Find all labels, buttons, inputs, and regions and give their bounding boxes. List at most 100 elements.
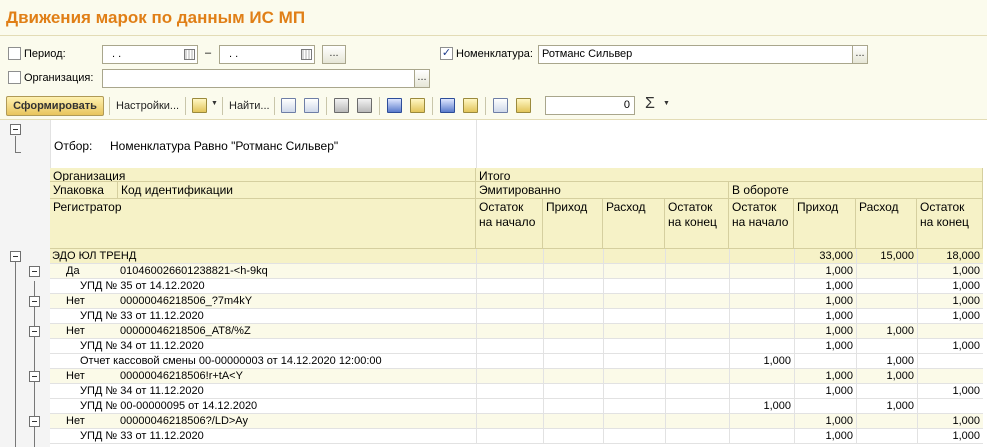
paste-structure-icon[interactable] (463, 98, 478, 113)
find-button[interactable]: Найти... (229, 96, 270, 116)
mark-row[interactable]: Нет 00000046218506_AT8/%Z 1,000 1,000 (50, 324, 983, 339)
value-cell: 15,000 (880, 250, 914, 262)
organization-checkbox[interactable] (8, 71, 21, 84)
registrar-name: УПД № 00-00000095 от 14.12.2020 (80, 400, 258, 412)
collapse-icon[interactable] (10, 251, 21, 262)
tree-line (15, 152, 21, 153)
copy-icon[interactable] (493, 98, 508, 113)
registrar-row[interactable]: УПД № 34 от 11.12.2020 1,000 1,000 (50, 384, 983, 399)
grid-line (665, 279, 666, 294)
save-icon[interactable] (387, 98, 402, 113)
group-row[interactable]: ЭДО ЮЛ ТРЕНД 33,000 15,000 18,000 (50, 249, 983, 264)
value-cell: 1,000 (952, 430, 980, 442)
value-cell: 1,000 (825, 325, 853, 337)
collapse-icon[interactable] (29, 296, 40, 307)
collapse-icon[interactable] (29, 326, 40, 337)
identification-code: 00000046218506_?7m4kY (120, 295, 253, 307)
header-col: Расход (856, 199, 917, 249)
collapse-icon[interactable] (29, 371, 40, 382)
nomenclature-checkbox[interactable]: ✓ (440, 47, 453, 60)
toolbar: Сформировать Настройки... ▼ Найти... 0 Σ… (0, 92, 987, 120)
period-to-field[interactable]: . . (219, 45, 315, 64)
grid-line (543, 429, 544, 444)
generate-button[interactable]: Сформировать (6, 96, 104, 116)
sum-field[interactable]: 0 (545, 96, 635, 115)
grid-line (917, 369, 918, 384)
chevron-down-icon[interactable]: ▼ (211, 100, 218, 107)
packaging-value: Нет (66, 415, 85, 427)
print-preview-icon[interactable] (357, 98, 372, 113)
calendar-icon[interactable] (301, 49, 312, 60)
nomenclature-select-button[interactable]: ... (852, 45, 868, 64)
grid-line (603, 324, 604, 339)
grid-line (665, 309, 666, 324)
paste-icon[interactable] (516, 98, 531, 113)
toolbar-separator (485, 97, 486, 115)
registrar-name: УПД № 35 от 14.12.2020 (80, 280, 205, 292)
grid-line (856, 309, 857, 324)
period-to-value: . . (229, 48, 239, 60)
organization-field[interactable] (102, 69, 418, 88)
mail-icon[interactable] (410, 98, 425, 113)
mark-row[interactable]: Нет 00000046218506?/LD>Ay 1,000 1,000 (50, 414, 983, 429)
mark-row[interactable]: Да 010460026601238821-<h-9kq 1,000 1,000 (50, 264, 983, 279)
print-icon[interactable] (334, 98, 349, 113)
report-grid: Отбор: Номенклатура Равно "Ротманс Сильв… (0, 120, 987, 447)
period-checkbox[interactable] (8, 47, 21, 60)
period-label: Период: (24, 48, 66, 60)
copy-structure-icon[interactable] (440, 98, 455, 113)
grid-line (729, 309, 730, 324)
grid-line (665, 264, 666, 279)
grid-line (856, 339, 857, 354)
header-col: Остаток на начало (476, 199, 543, 249)
header-in-circulation: В обороте (729, 182, 983, 199)
chevron-down-icon[interactable]: ▼ (663, 100, 670, 107)
registrar-row[interactable]: УПД № 33 от 11.12.2020 1,000 1,000 (50, 309, 983, 324)
tree-line (15, 260, 16, 447)
registrar-row[interactable]: УПД № 35 от 14.12.2020 1,000 1,000 (50, 279, 983, 294)
mark-row[interactable]: Нет 00000046218506!r+tA<Y 1,000 1,000 (50, 369, 983, 384)
value-cell: 1,000 (825, 310, 853, 322)
value-cell: 1,000 (763, 355, 791, 367)
header-registrar: Регистратор (50, 199, 476, 249)
sum-icon[interactable]: Σ (645, 95, 655, 113)
variants-icon[interactable] (192, 98, 207, 113)
collapse-icon[interactable] (29, 266, 40, 277)
expand-groups-icon[interactable] (281, 98, 296, 113)
mark-row[interactable]: Нет 00000046218506_?7m4kY 1,000 1,000 (50, 294, 983, 309)
organization-select-button[interactable]: ... (414, 69, 430, 88)
registrar-row[interactable]: УПД № 34 от 11.12.2020 1,000 1,000 (50, 339, 983, 354)
registrar-name: УПД № 33 от 11.12.2020 (80, 430, 204, 442)
grid-line (603, 264, 604, 279)
grid-line (729, 264, 730, 279)
tree-line (15, 136, 16, 152)
toolbar-separator (109, 97, 110, 115)
grid-line (665, 399, 666, 414)
collapse-icon[interactable] (29, 416, 40, 427)
registrar-row[interactable]: УПД № 00-00000095 от 14.12.2020 1,000 1,00… (50, 399, 983, 414)
grid-line (543, 249, 544, 264)
period-from-field[interactable]: . . (102, 45, 198, 64)
nomenclature-field[interactable]: Ротманс Сильвер (538, 45, 854, 64)
grid-line (543, 294, 544, 309)
registrar-name: УПД № 33 от 11.12.2020 (80, 310, 204, 322)
calendar-icon[interactable] (184, 49, 195, 60)
settings-button[interactable]: Настройки... (116, 96, 179, 116)
grid-line (665, 324, 666, 339)
grid-line (543, 414, 544, 429)
registrar-row[interactable]: Отчет кассовой смены 00-00000003 от 14.1… (50, 354, 983, 369)
period-select-button[interactable]: ... (322, 45, 346, 64)
grid-line (729, 294, 730, 309)
grid-line (794, 399, 795, 414)
grid-line (543, 339, 544, 354)
header-code: Код идентификации (118, 182, 476, 199)
registrar-row[interactable]: УПД № 33 от 11.12.2020 1,000 1,000 (50, 429, 983, 444)
value-cell: 1,000 (952, 385, 980, 397)
group-name: ЭДО ЮЛ ТРЕНД (52, 250, 137, 262)
collapse-icon[interactable] (10, 124, 21, 135)
grid-line (603, 429, 604, 444)
grid-line (476, 249, 477, 264)
organization-row: Организация: ... (0, 68, 987, 92)
collapse-groups-icon[interactable] (304, 98, 319, 113)
value-cell: 1,000 (825, 430, 853, 442)
